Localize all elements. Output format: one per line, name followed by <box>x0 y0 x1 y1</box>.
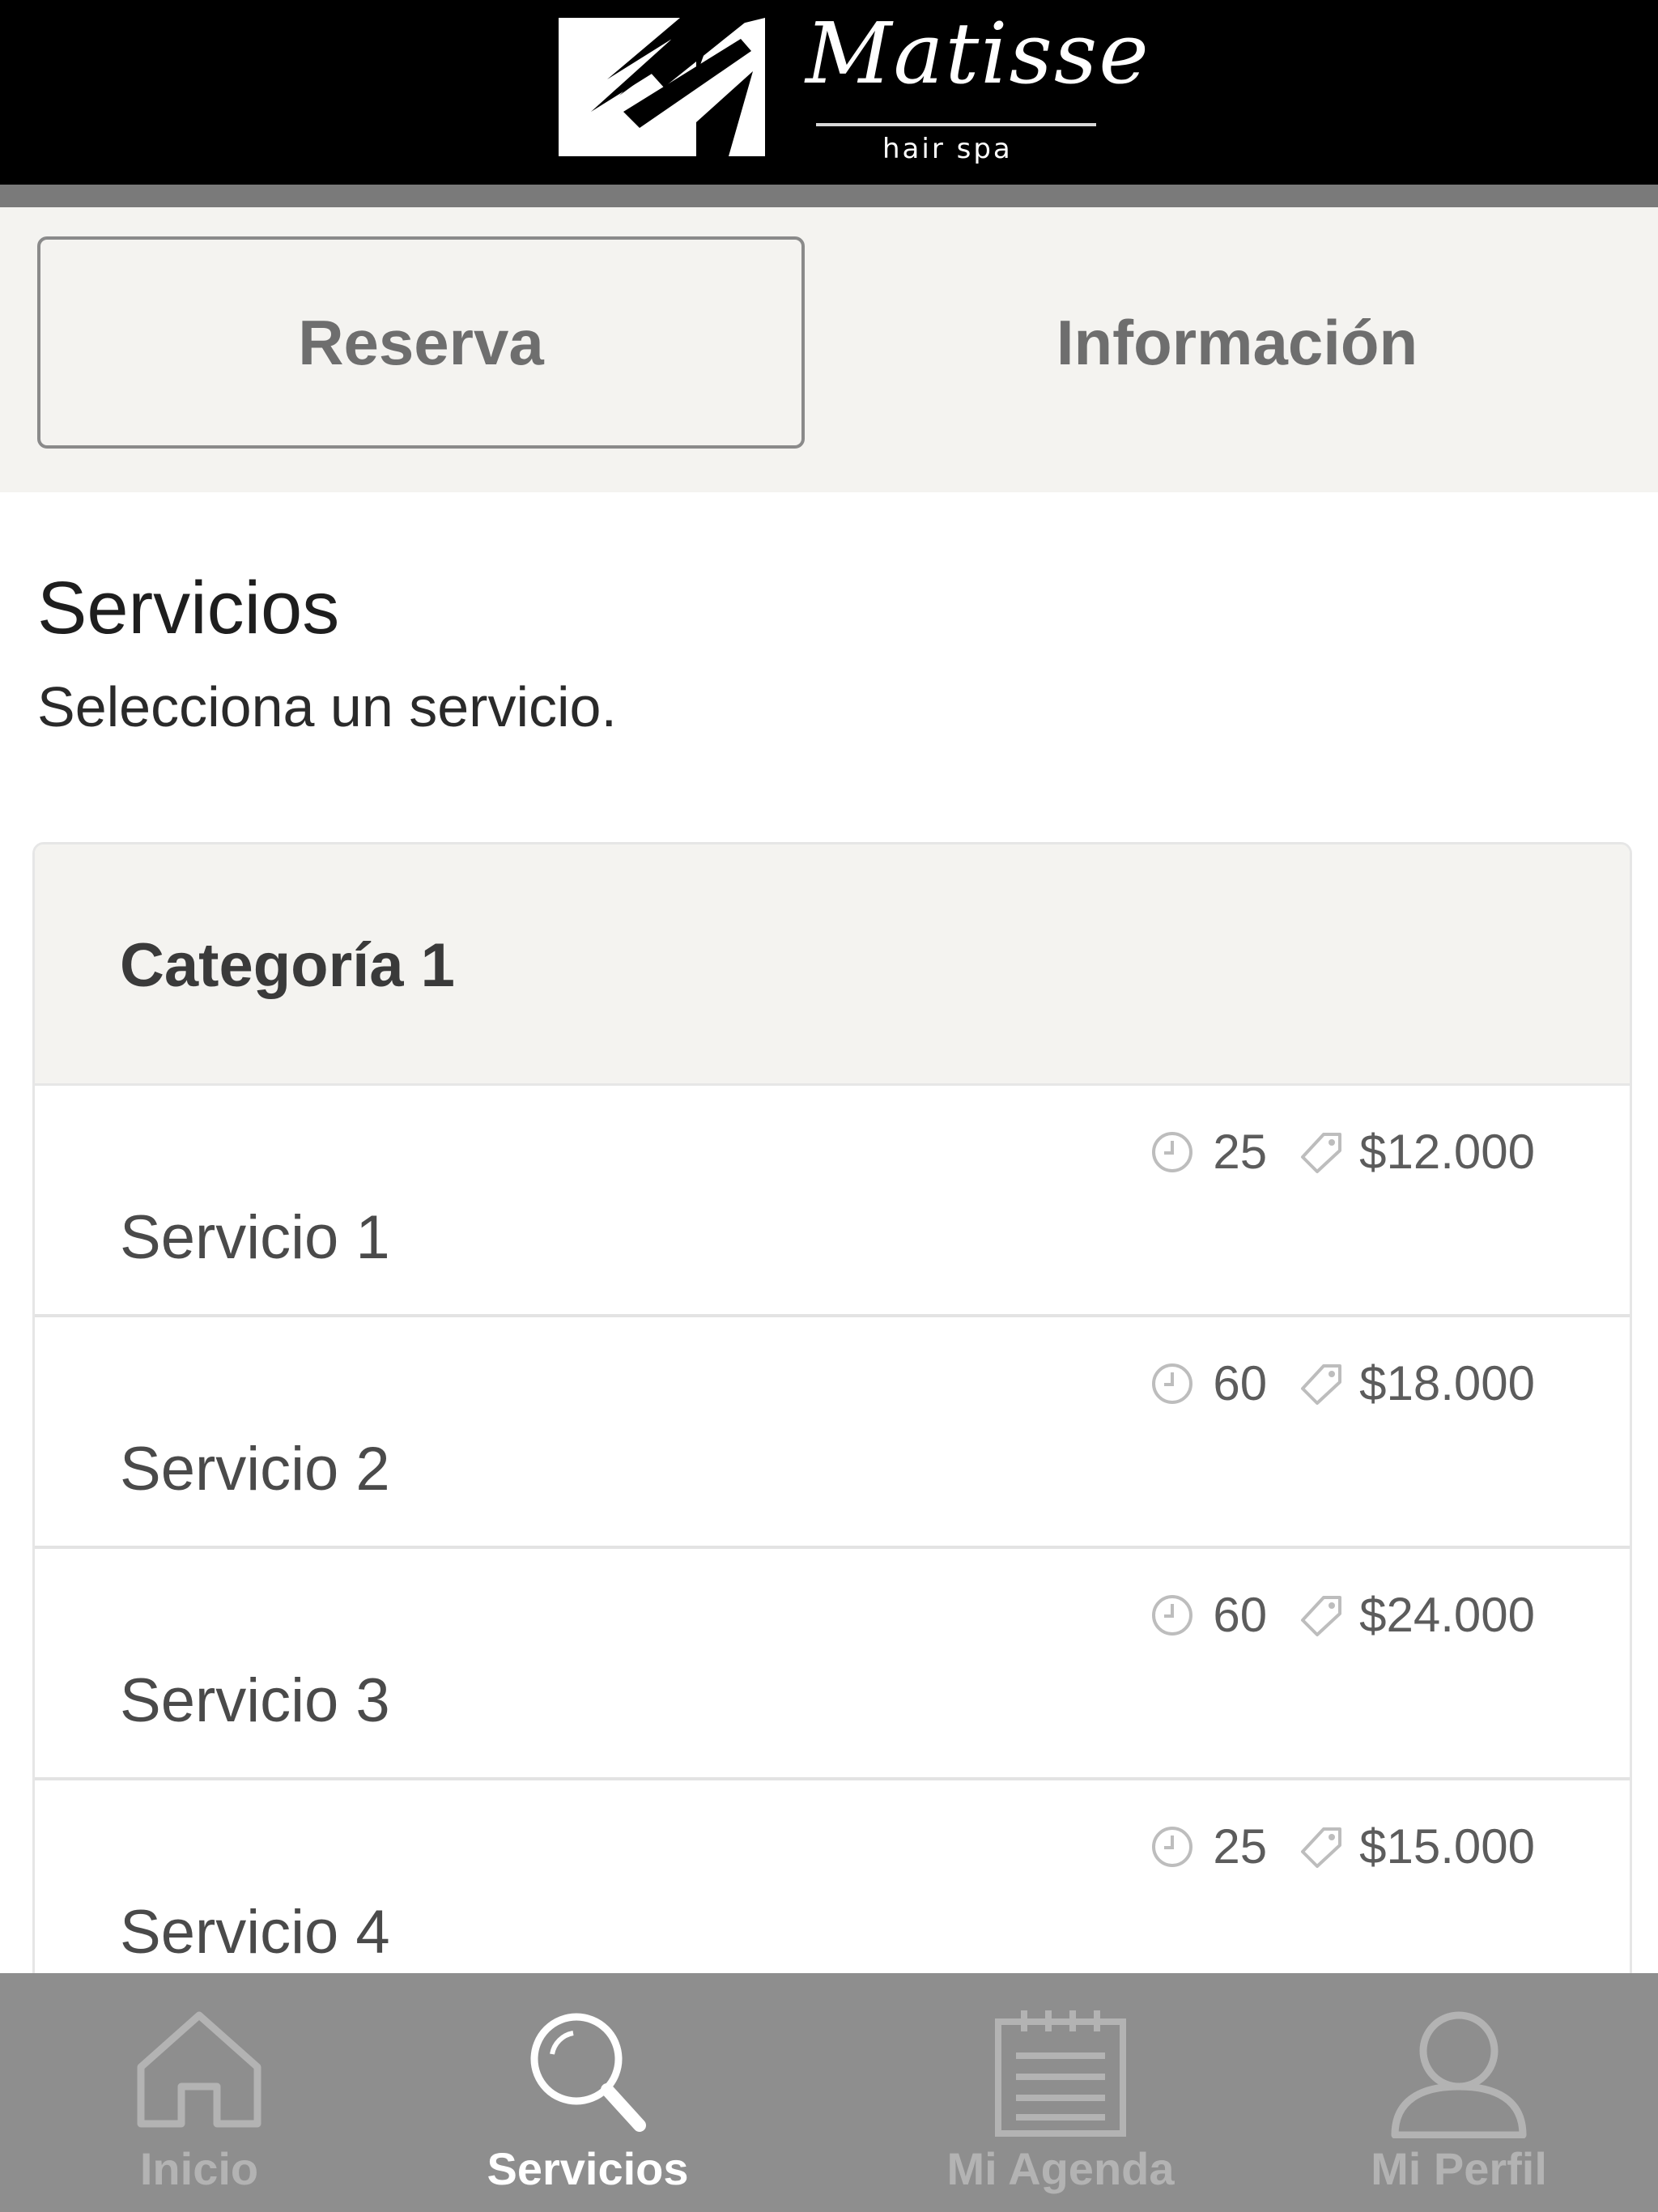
home-icon <box>137 2011 261 2128</box>
logo-divider <box>816 123 1096 126</box>
nav-item-inicio[interactable]: Inicio <box>29 1973 369 2212</box>
header-divider <box>0 185 1658 207</box>
nav-item-servicios[interactable]: Servicios <box>418 1973 758 2212</box>
app-screen: Matisse hair spa Reserva Información Ser… <box>0 0 1658 2212</box>
service-duration: 60 <box>1213 1588 1268 1642</box>
service-name: Servicio 3 <box>120 1666 390 1735</box>
brand-logo: Matisse hair spa <box>559 11 1149 168</box>
service-name: Servicio 4 <box>120 1898 390 1967</box>
nav-label: Mi Agenda <box>946 2143 1175 2194</box>
service-item[interactable]: 25 $12.000 Servicio 1 <box>35 1086 1630 1317</box>
tag-icon <box>1301 1827 1342 1868</box>
nav-item-mi-agenda[interactable]: Mi Agenda <box>891 1973 1231 2212</box>
service-name: Servicio 1 <box>120 1203 390 1272</box>
service-meta: 25 $12.000 <box>1150 1128 1535 1176</box>
clock-icon <box>1152 1132 1193 1172</box>
service-item[interactable]: 60 $18.000 Servicio 2 <box>35 1317 1630 1549</box>
clock-icon <box>1152 1827 1193 1867</box>
brand-name: Matisse <box>806 4 1150 103</box>
user-icon <box>1391 2011 1527 2138</box>
category-title: Categoría 1 <box>120 931 455 1000</box>
service-meta: 60 $24.000 <box>1150 1591 1535 1640</box>
tag-icon <box>1301 1364 1342 1405</box>
service-name: Servicio 2 <box>120 1435 390 1504</box>
service-price: $12.000 <box>1359 1125 1535 1179</box>
tab-reserva[interactable]: Reserva <box>37 236 805 449</box>
search-icon <box>530 2013 646 2132</box>
clock-icon <box>1152 1363 1193 1404</box>
page-subtitle: Selecciona un servicio. <box>37 675 617 738</box>
service-meta: 60 $18.000 <box>1150 1359 1535 1408</box>
nav-label: Servicios <box>487 2143 689 2194</box>
service-duration: 25 <box>1213 1125 1268 1179</box>
tag-icon <box>1301 1133 1342 1173</box>
nav-label: Mi Perfil <box>1371 2143 1547 2194</box>
nav-item-mi-perfil[interactable]: Mi Perfil <box>1289 1973 1629 2212</box>
clock-icon <box>1152 1595 1193 1636</box>
service-meta: 25 $15.000 <box>1150 1823 1535 1871</box>
service-price: $15.000 <box>1359 1819 1535 1874</box>
nav-label: Inicio <box>139 2143 259 2194</box>
brand-tagline: hair spa <box>882 133 1013 165</box>
service-price: $18.000 <box>1359 1356 1535 1410</box>
service-duration: 25 <box>1213 1819 1268 1874</box>
service-price: $24.000 <box>1359 1588 1535 1642</box>
calendar-icon <box>995 2010 1126 2137</box>
logo-mark-icon <box>559 18 765 156</box>
tab-bar: Reserva Información <box>0 207 1658 492</box>
app-header: Matisse hair spa <box>0 0 1658 185</box>
service-item[interactable]: 60 $24.000 Servicio 3 <box>35 1549 1630 1780</box>
bottom-nav: Inicio Servicios Mi Agenda Mi Perfil <box>0 1973 1658 2212</box>
category-header[interactable]: Categoría 1 <box>35 844 1630 1086</box>
tag-icon <box>1301 1596 1342 1636</box>
service-duration: 60 <box>1213 1356 1268 1410</box>
tab-informacion[interactable]: Información <box>853 236 1621 449</box>
page-title: Servicios <box>37 567 340 649</box>
